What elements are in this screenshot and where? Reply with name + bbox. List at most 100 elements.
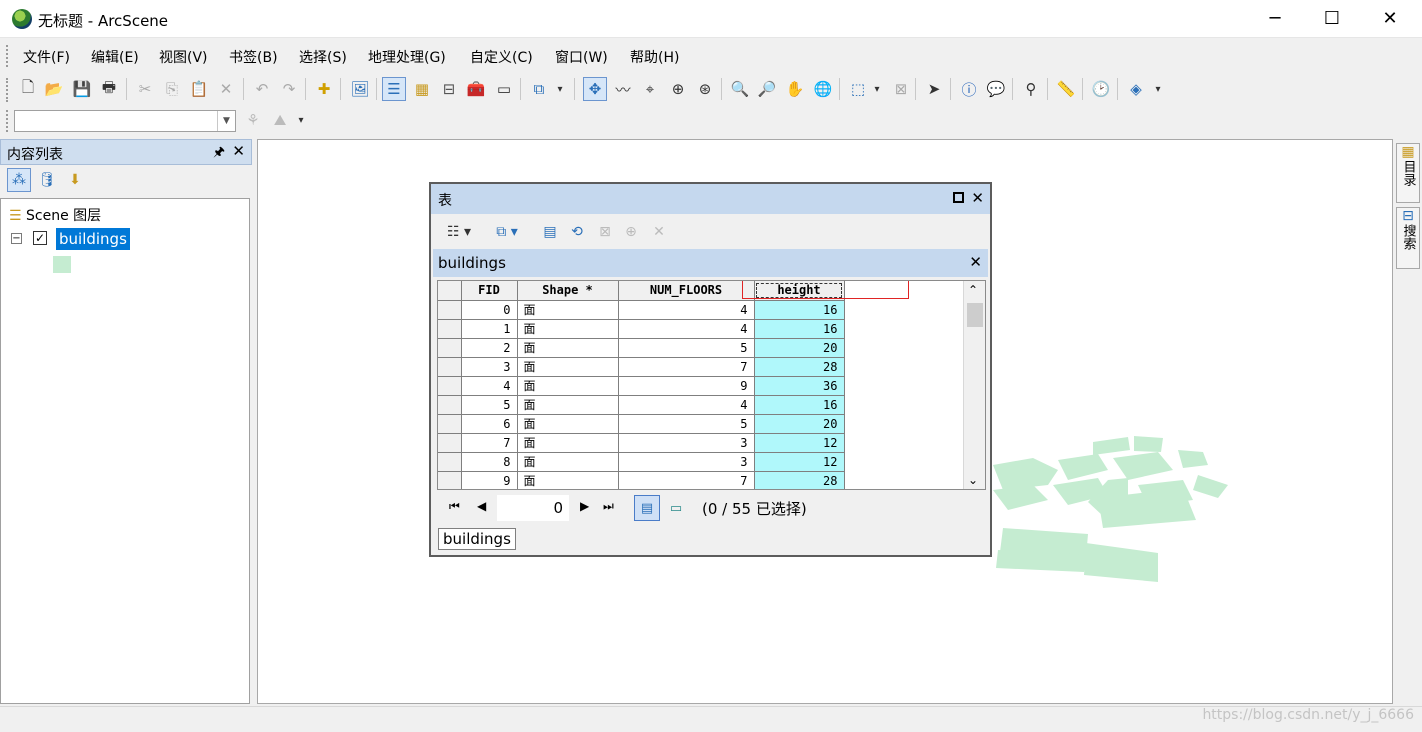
cell-num-floors[interactable]: 5 <box>618 338 755 358</box>
scene-properties-icon[interactable]: 🖼 <box>348 77 372 101</box>
cell-num-floors[interactable]: 7 <box>618 471 755 489</box>
column-header-fid[interactable]: FID <box>461 281 518 301</box>
scroll-down-icon[interactable]: ⌄ <box>968 473 978 487</box>
select-dropdown-chevron-icon[interactable]: ▾ <box>870 77 884 101</box>
next-record-icon[interactable]: ▶ <box>580 499 589 513</box>
cell-num-floors[interactable]: 4 <box>618 319 755 339</box>
cell-num-floors[interactable]: 3 <box>618 452 755 472</box>
menu-edit[interactable]: 编辑(E) <box>91 47 139 67</box>
search-window-icon[interactable]: ⊟ <box>437 77 461 101</box>
close-icon[interactable]: ✕ <box>969 253 982 271</box>
cell-fid[interactable]: 8 <box>461 452 518 472</box>
measure-icon[interactable]: 📏 <box>1054 77 1078 101</box>
table-tab-buildings[interactable]: buildings <box>438 528 516 550</box>
scrollbar-thumb[interactable] <box>967 303 983 327</box>
row-selector[interactable] <box>438 357 462 377</box>
toolbar-overflow-chevron-icon[interactable]: ▾ <box>1151 77 1165 101</box>
clear-selection-icon[interactable]: ⊠ <box>593 220 617 244</box>
vertical-scrollbar[interactable]: ⌃ ⌄ <box>963 281 985 489</box>
cell-num-floors[interactable]: 3 <box>618 433 755 453</box>
toolbar-overflow-chevron-icon[interactable]: ▾ <box>553 77 567 101</box>
catalog-icon[interactable]: ▦ <box>410 77 434 101</box>
list-by-drawing-order-icon[interactable]: ⁂ <box>7 168 31 192</box>
close-button[interactable]: ✕ <box>1367 0 1413 38</box>
table-row[interactable]: 5 面 4 16 <box>438 395 845 415</box>
new-icon[interactable]: 🗋 <box>16 77 40 101</box>
row-selector[interactable] <box>438 300 462 320</box>
cell-shape[interactable]: 面 <box>517 433 619 453</box>
menu-selection[interactable]: 选择(S) <box>299 47 347 67</box>
table-row[interactable]: 1 面 4 16 <box>438 319 845 339</box>
cell-fid[interactable]: 3 <box>461 357 518 377</box>
add-data-icon[interactable]: ✚ <box>312 77 336 101</box>
cell-shape[interactable]: 面 <box>517 357 619 377</box>
close-icon[interactable]: ✕ <box>971 189 984 207</box>
cell-fid[interactable]: 6 <box>461 414 518 434</box>
row-selector[interactable] <box>438 319 462 339</box>
menu-view[interactable]: 视图(V) <box>159 47 208 67</box>
print-icon[interactable]: 🖶 <box>97 77 121 101</box>
table-row[interactable]: 7 面 3 12 <box>438 433 845 453</box>
toolbar-grip[interactable] <box>6 110 9 132</box>
collapse-icon[interactable]: − <box>11 233 22 244</box>
menubar-grip[interactable] <box>6 45 9 67</box>
draw-icon[interactable]: ⚘ <box>241 108 265 132</box>
3d-effects-icon[interactable]: ◈ <box>1124 77 1148 101</box>
row-selector[interactable] <box>438 414 462 434</box>
cell-num-floors[interactable]: 4 <box>618 395 755 415</box>
undo-icon[interactable]: ↶ <box>250 77 274 101</box>
related-tables-icon[interactable]: ⧉ ▾ <box>488 220 526 244</box>
time-slider-icon[interactable]: 🕑 <box>1089 77 1113 101</box>
cell-fid[interactable]: 9 <box>461 471 518 489</box>
model-builder-icon[interactable]: ⧉ <box>527 77 551 101</box>
menu-geoprocessing[interactable]: 地理处理(G) <box>368 47 446 67</box>
select-elements-icon[interactable]: ➤ <box>922 77 946 101</box>
open-icon[interactable]: 📂 <box>42 77 66 101</box>
copy-icon[interactable]: ⎘ <box>160 77 184 101</box>
layer-combo[interactable]: ▼ <box>14 110 236 132</box>
close-icon[interactable]: ✕ <box>232 142 245 160</box>
maximize-button[interactable]: ☐ <box>1309 0 1355 38</box>
cell-shape[interactable]: 面 <box>517 319 619 339</box>
pin-icon[interactable]: 🖈 <box>213 143 225 165</box>
first-record-icon[interactable]: ⏮ <box>449 499 460 514</box>
cell-height[interactable]: 28 <box>754 357 845 377</box>
delete-selected-icon[interactable]: ✕ <box>647 220 671 244</box>
table-row[interactable]: 3 面 7 28 <box>438 357 845 377</box>
animation-icon[interactable]: ⛰ <box>268 108 292 132</box>
table-row[interactable]: 8 面 3 12 <box>438 452 845 472</box>
cell-fid[interactable]: 1 <box>461 319 518 339</box>
cell-fid[interactable]: 0 <box>461 300 518 320</box>
cell-height[interactable]: 20 <box>754 414 845 434</box>
row-selector[interactable] <box>438 471 462 489</box>
cell-num-floors[interactable]: 4 <box>618 300 755 320</box>
table-row[interactable]: 6 面 5 20 <box>438 414 845 434</box>
list-by-source-icon[interactable]: 🛢 <box>35 168 59 192</box>
cell-num-floors[interactable]: 9 <box>618 376 755 396</box>
last-record-icon[interactable]: ⏭ <box>603 499 614 514</box>
delete-icon[interactable]: ✕ <box>214 77 238 101</box>
cell-shape[interactable]: 面 <box>517 376 619 396</box>
cell-num-floors[interactable]: 5 <box>618 414 755 434</box>
switch-selection-icon[interactable]: ⟲ <box>565 220 589 244</box>
menu-customize[interactable]: 自定义(C) <box>470 47 533 67</box>
select-all-cell[interactable] <box>438 281 462 301</box>
show-selected-records-icon[interactable]: ▭ <box>663 495 689 521</box>
table-row[interactable]: 4 面 9 36 <box>438 376 845 396</box>
layer-symbol-swatch[interactable] <box>53 256 71 273</box>
cell-shape[interactable]: 面 <box>517 452 619 472</box>
find-icon[interactable]: ⚲ <box>1019 77 1043 101</box>
cell-fid[interactable]: 7 <box>461 433 518 453</box>
menu-bookmarks[interactable]: 书签(B) <box>229 47 278 67</box>
cell-shape[interactable]: 面 <box>517 395 619 415</box>
paste-icon[interactable]: 📋 <box>187 77 211 101</box>
list-by-visibility-icon[interactable]: ⬇ <box>63 168 87 192</box>
cell-height[interactable]: 16 <box>754 319 845 339</box>
menu-help[interactable]: 帮助(H) <box>630 47 679 67</box>
full-extent-icon[interactable]: 🌐 <box>811 77 835 101</box>
select-features-icon[interactable]: ⬚ <box>846 77 870 101</box>
scroll-up-icon[interactable]: ⌃ <box>968 283 978 297</box>
navigate-icon[interactable]: ✥ <box>583 77 607 101</box>
zoom-in-icon[interactable]: 🔍 <box>728 77 752 101</box>
row-selector[interactable] <box>438 338 462 358</box>
